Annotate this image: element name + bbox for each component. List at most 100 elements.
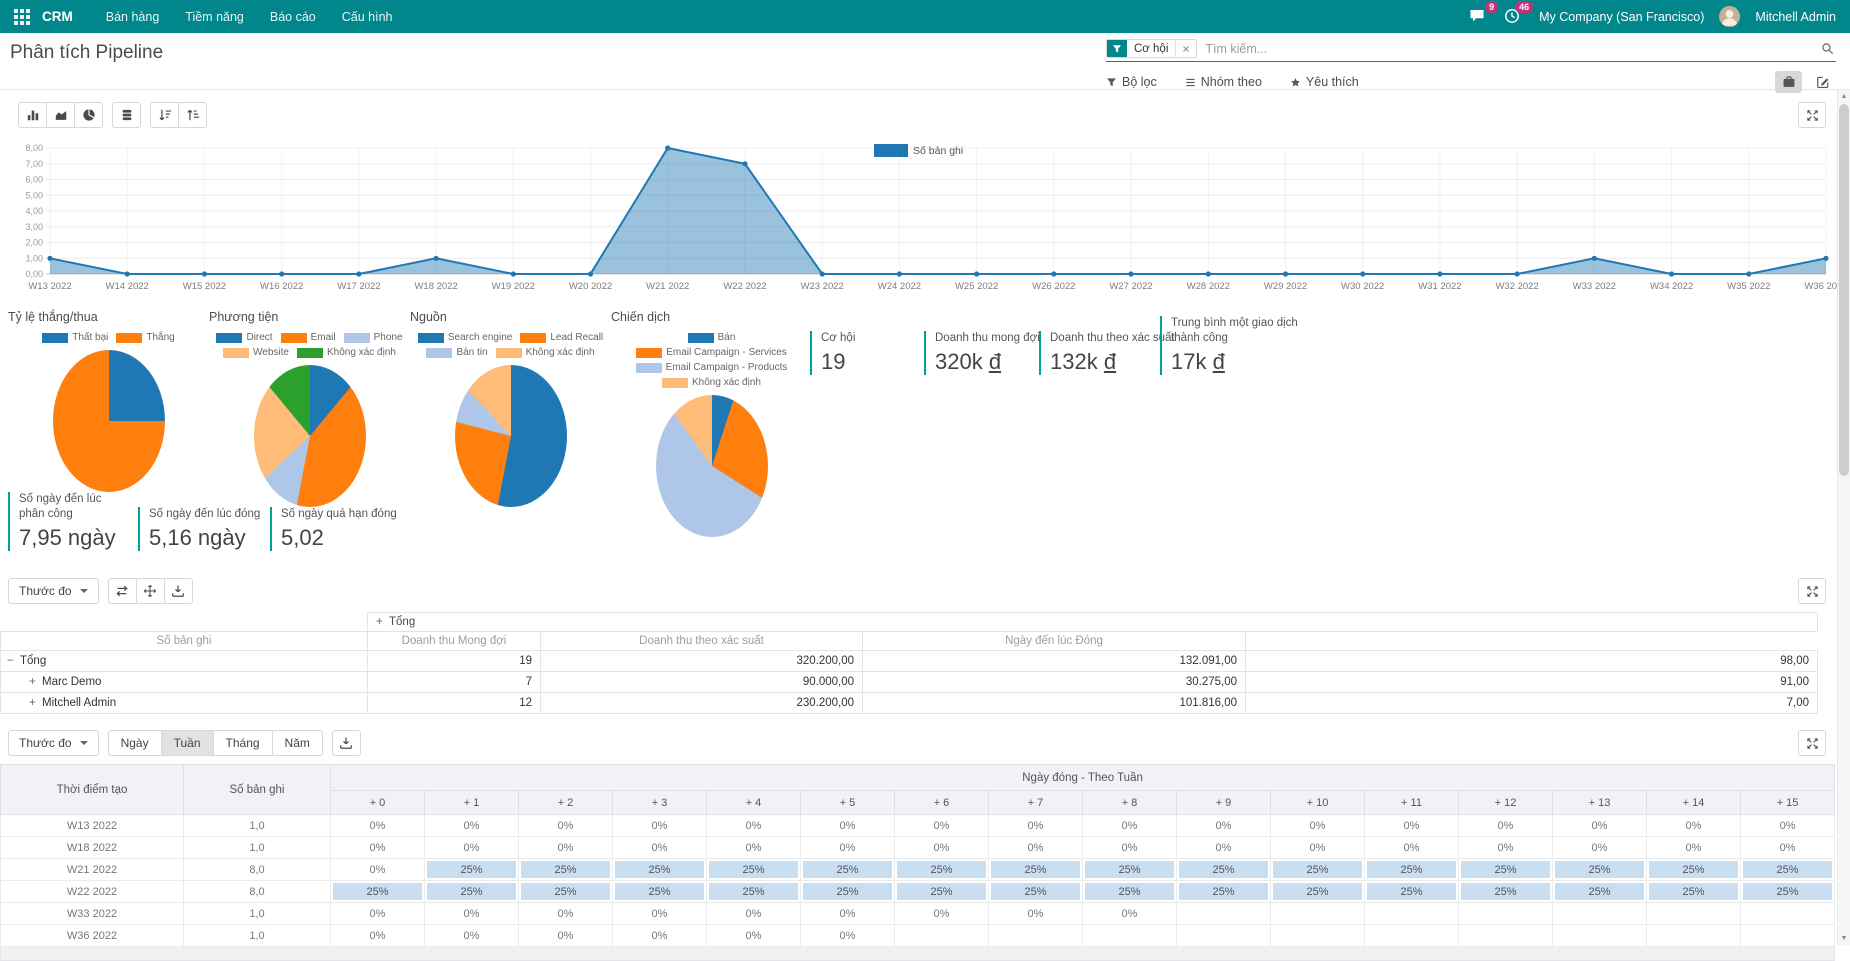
search-icon[interactable] <box>1821 42 1834 55</box>
cohort-col-count: Số bản ghi <box>184 765 331 815</box>
pie-legend-item[interactable]: Search engine <box>418 332 513 343</box>
groupby-button[interactable]: Nhóm theo <box>1185 75 1262 89</box>
expand-toggle[interactable]: − <box>7 655 20 667</box>
cohort-row: W22 20228,025%25%25%25%25%25%25%25%25%25… <box>1 881 1835 903</box>
user-menu[interactable]: Mitchell Admin <box>1755 10 1836 24</box>
sort-asc-button[interactable] <box>178 102 207 128</box>
app-name[interactable]: CRM <box>42 9 73 24</box>
pie-legend-item[interactable]: Lead Recall <box>520 332 603 343</box>
cohort-cell: 25% <box>1647 881 1741 903</box>
pie-legend-item[interactable]: Thất bại <box>42 332 108 343</box>
filters-button[interactable]: Bộ lọc <box>1106 75 1157 89</box>
stacked-button[interactable] <box>112 102 141 128</box>
pivot-measure-header[interactable]: Doanh thu Mong đợi <box>368 632 541 651</box>
cohort-download-button[interactable] <box>332 730 361 756</box>
kpi-value: 5,16 ngày <box>149 525 260 551</box>
cohort-measures-button[interactable]: Thước đo <box>8 730 99 756</box>
messages-icon[interactable]: 9 <box>1469 8 1489 25</box>
cohort-row: W21 20228,00%25%25%25%25%25%25%25%25%25%… <box>1 859 1835 881</box>
pivot-cell: 132.091,00 <box>863 651 1246 672</box>
pivot-row-label[interactable]: −Tổng <box>1 651 368 672</box>
pie-legend-item[interactable]: Không xác định <box>297 347 396 358</box>
pie-legend-item[interactable]: Bán <box>688 332 736 343</box>
pie-legend-item[interactable]: Email Campaign - Products <box>636 362 788 373</box>
cohort-cell: 25% <box>1271 859 1365 881</box>
svg-text:W13 2022: W13 2022 <box>28 281 71 292</box>
search-input[interactable] <box>1197 42 1821 56</box>
pivot-measure-header[interactable]: Số bản ghi <box>1 632 368 651</box>
cohort-offset-header: + 1 <box>425 791 519 815</box>
scroll-down-arrow[interactable]: ▼ <box>1838 932 1850 945</box>
expand-toggle[interactable]: + <box>29 697 42 709</box>
pie-legend-item[interactable]: Phone <box>344 332 403 343</box>
pie-chart-block-2: NguồnSearch engineLead RecallBản tinKhôn… <box>410 310 611 537</box>
pivot-measures-button[interactable]: Thước đo <box>8 578 99 604</box>
pivot-row-label[interactable]: +Mitchell Admin <box>1 693 368 714</box>
pie-legend-item[interactable]: Thắng <box>116 332 174 343</box>
apps-menu-icon[interactable] <box>14 9 30 25</box>
legend-label: Số bản ghi <box>913 145 963 157</box>
pie-legend-item[interactable]: Bản tin <box>426 347 487 358</box>
cohort-cell: 0% <box>1365 815 1459 837</box>
cohort-cell: 0% <box>989 903 1083 925</box>
company-switcher[interactable]: My Company (San Francisco) <box>1539 10 1704 24</box>
flip-axis-button[interactable] <box>108 578 137 604</box>
sort-desc-button[interactable] <box>150 102 179 128</box>
pie-legend-item[interactable]: Direct <box>216 332 272 343</box>
graph-expand-button[interactable] <box>1798 102 1826 128</box>
interval-button-năm[interactable]: Năm <box>272 730 323 756</box>
pivot-total-header[interactable]: +Tổng <box>368 613 1818 632</box>
pivot-expand-button[interactable] <box>1798 578 1826 604</box>
pie-legend-item[interactable]: Email Campaign - Services <box>636 347 787 358</box>
interval-button-ngày[interactable]: Ngày <box>108 730 162 756</box>
cohort-cell: 0% <box>613 837 707 859</box>
expand-toggle[interactable]: + <box>29 676 42 688</box>
svg-text:W18 2022: W18 2022 <box>414 281 457 292</box>
pivot-measure-header[interactable]: Doanh thu theo xác suất <box>541 632 863 651</box>
facet-remove-icon[interactable] <box>1175 40 1196 57</box>
pie-chart-button[interactable] <box>74 102 103 128</box>
scrollbar-thumb[interactable] <box>1839 104 1849 476</box>
cohort-cell <box>1459 925 1553 947</box>
kpi: Số ngày đến lúc đóng5,16 ngày <box>138 507 260 551</box>
expand-all-button[interactable] <box>136 578 165 604</box>
pie-legend-item[interactable]: Email <box>281 332 336 343</box>
cohort-cell: 0% <box>331 925 425 947</box>
pie-legend: Bán Email Campaign - Services Email Campai… <box>611 332 812 388</box>
cohort-cell: 0% <box>331 859 425 881</box>
bar-chart-button[interactable] <box>18 102 47 128</box>
interval-button-tuần[interactable]: Tuần <box>161 730 214 756</box>
pie-legend-item[interactable]: Không xác định <box>496 347 595 358</box>
facet-label: Cơ hội <box>1127 40 1175 57</box>
cohort-expand-button[interactable] <box>1798 730 1826 756</box>
cohort-cell: 0% <box>519 815 613 837</box>
cohort-cell: 0% <box>1553 837 1647 859</box>
menu-item-1[interactable]: Tiềm năng <box>172 0 257 33</box>
favorites-button[interactable]: Yêu thích <box>1290 75 1359 89</box>
pivot-measure-header[interactable]: Ngày đến lúc Đóng <box>863 632 1246 651</box>
menu-item-3[interactable]: Cấu hình <box>329 0 406 33</box>
line-chart-button[interactable] <box>46 102 75 128</box>
pivot-download-button[interactable] <box>164 578 193 604</box>
svg-text:W26 2022: W26 2022 <box>1032 281 1075 292</box>
interval-button-tháng[interactable]: Tháng <box>213 730 273 756</box>
kpi-label: Trung bình một giao dịch thành công <box>1171 316 1312 346</box>
control-panel: Phân tích Pipeline Cơ hội Bộ lọc Nhóm th… <box>0 33 1850 90</box>
menu-item-0[interactable]: Bán hàng <box>93 0 173 33</box>
activities-icon[interactable]: 46 <box>1504 8 1524 25</box>
chart-legend-item[interactable]: Số bản ghi <box>874 144 963 157</box>
cohort-cell <box>1741 903 1835 925</box>
avatar[interactable] <box>1719 6 1740 27</box>
pie-legend-item[interactable]: Không xác định <box>662 377 761 388</box>
pie <box>53 350 165 492</box>
kpi-label: Số ngày đến lúc phân công <box>19 492 128 522</box>
cohort-cell <box>1177 925 1271 947</box>
pivot-row-label[interactable]: +Marc Demo <box>1 672 368 693</box>
pie-legend-item[interactable]: Website <box>223 347 289 358</box>
scroll-up-arrow[interactable]: ▲ <box>1838 90 1850 103</box>
svg-text:W14 2022: W14 2022 <box>106 281 149 292</box>
menu-item-2[interactable]: Báo cáo <box>257 0 329 33</box>
pie-title: Tỷ lệ thắng/thua <box>8 310 209 324</box>
kpi: Số ngày quá hạn đóng5,02 <box>270 507 400 551</box>
pie-chart-block-3: Chiến dịchBánEmail Campaign - ServicesEm… <box>611 310 812 537</box>
